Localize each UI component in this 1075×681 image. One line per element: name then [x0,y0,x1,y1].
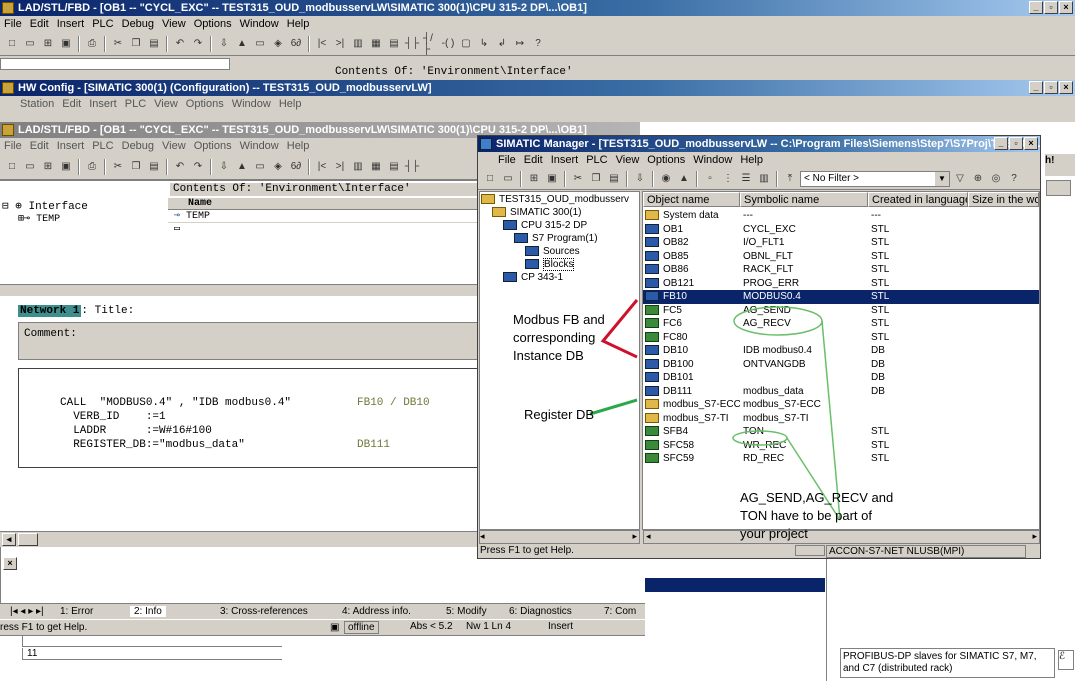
annotation-note: AG_SEND,AG_RECV and TON have to be part … [740,489,893,543]
anno-note-line3: your project [740,526,808,541]
ellipse-ton [732,430,788,446]
anno-note-line2: TON have to be part of [740,508,872,523]
annotation-register-db: Register DB [524,407,595,422]
anno-modbus-line2: corresponding [513,330,596,345]
anno-modbus-line1: Modbus FB and [513,312,605,327]
green-arrow-register-db [589,398,638,416]
anno-modbus-line3: Instance DB [513,348,584,363]
red-arrow-fb-db [600,299,639,359]
anno-note-line1: AG_SEND,AG_RECV and [740,490,894,505]
ellipse-ag-send-recv [733,306,823,336]
annotation-modbus-fb: Modbus FB and corresponding Instance DB [513,311,605,365]
